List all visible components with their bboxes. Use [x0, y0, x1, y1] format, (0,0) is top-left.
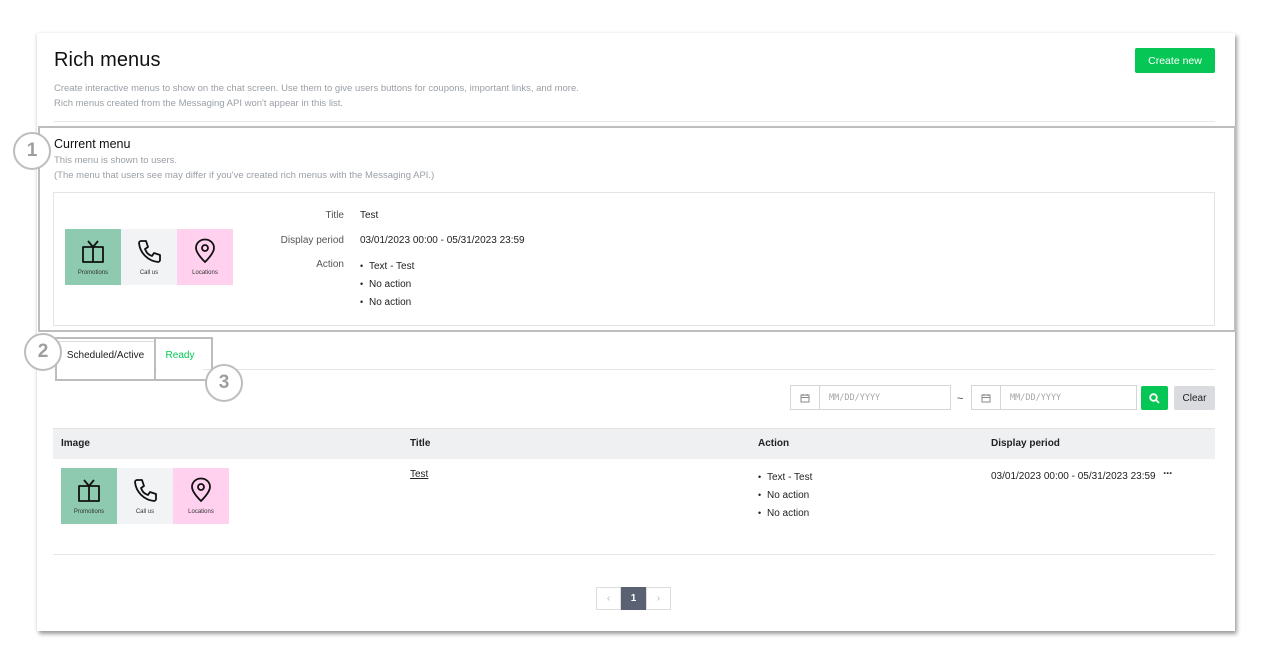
pagination: ‹ 1 › [596, 587, 671, 610]
menu-cell-label: Locations [188, 509, 214, 515]
page-1-button[interactable]: 1 [621, 587, 646, 610]
menu-cell-locations: Locations [173, 468, 229, 524]
search-icon [1149, 392, 1160, 404]
current-menu-heading: Current menu [54, 137, 131, 151]
action-item: Text - Test [360, 259, 414, 277]
title-label: Title [325, 210, 344, 221]
date-range-separator: ~ [957, 393, 964, 405]
row-title-link[interactable]: Test [410, 469, 428, 480]
create-new-button[interactable]: Create new [1135, 48, 1215, 73]
location-pin-icon [191, 477, 211, 503]
prev-page-button[interactable]: ‹ [596, 587, 621, 610]
gift-icon [78, 479, 100, 502]
display-period-label: Display period [280, 235, 344, 246]
column-header-title: Title [410, 438, 431, 449]
page-description: Create interactive menus to show on the … [54, 81, 579, 111]
table-row-image: Promotions Call us Locations [61, 468, 229, 524]
menu-cell-locations: Locations [177, 229, 233, 285]
more-options-button[interactable]: ··· [1163, 466, 1173, 480]
start-date-picker [790, 385, 951, 410]
annotation-marker-2: 2 [24, 333, 62, 371]
rich-menus-card [37, 33, 1235, 631]
display-period-value: 03/01/2023 00:00 - 05/31/2023 23:59 [360, 235, 525, 246]
page-description-line-1: Create interactive menus to show on the … [54, 83, 579, 94]
menu-cell-label: Call us [135, 509, 155, 515]
action-label: Action [316, 259, 344, 270]
title-value: Test [360, 210, 379, 221]
annotation-marker-1: 1 [13, 132, 51, 170]
menu-cell-label: Call us [139, 270, 159, 276]
clear-button[interactable]: Clear [1174, 386, 1215, 410]
action-item: No action [360, 277, 414, 295]
current-menu-subtitle-line-2: (The menu that users see may differ if y… [54, 170, 435, 181]
scheduled-tab-highlight [55, 337, 156, 381]
ready-tab-highlight [155, 337, 213, 381]
calendar-icon[interactable] [791, 386, 820, 409]
page-title: Rich menus [54, 49, 161, 71]
phone-icon [138, 240, 161, 263]
row-actions: Text - Test No action No action [758, 470, 812, 524]
calendar-icon[interactable] [972, 386, 1001, 409]
end-date-picker [971, 385, 1137, 410]
menu-cell-label: Promotions [77, 270, 109, 276]
row-display-period: 03/01/2023 00:00 - 05/31/2023 23:59 [991, 471, 1156, 482]
menu-cell-promotions: Promotions [61, 468, 117, 524]
annotation-marker-3: 3 [205, 364, 243, 402]
action-item: Text - Test [758, 470, 812, 488]
column-header-image: Image [61, 438, 90, 449]
phone-icon [134, 479, 157, 502]
search-button[interactable] [1141, 386, 1168, 410]
next-page-button[interactable]: › [646, 587, 671, 610]
menu-cell-call-us: Call us [117, 468, 173, 524]
page-description-line-2: Rich menus created from the Messaging AP… [54, 98, 344, 109]
menu-cell-label: Promotions [73, 509, 105, 515]
action-item: No action [758, 488, 812, 506]
gift-icon [82, 240, 104, 263]
menu-cell-label: Locations [192, 270, 218, 276]
start-date-input[interactable] [820, 386, 950, 409]
end-date-input[interactable] [1001, 386, 1131, 409]
menu-cell-call-us: Call us [121, 229, 177, 285]
action-item: No action [360, 295, 414, 313]
header-divider [54, 121, 1215, 122]
menu-cell-promotions: Promotions [65, 229, 121, 285]
column-header-action: Action [758, 438, 790, 449]
current-menu-image: Promotions Call us Locations [65, 229, 233, 285]
table-row-divider [53, 554, 1215, 555]
current-menu-subtitle-line-1: This menu is shown to users. [54, 155, 178, 166]
column-header-display-period: Display period [991, 438, 1060, 449]
location-pin-icon [195, 238, 215, 264]
current-menu-subtitle: This menu is shown to users. (The menu t… [54, 153, 434, 183]
action-item: No action [758, 506, 812, 524]
current-menu-actions: Text - Test No action No action [360, 259, 414, 313]
